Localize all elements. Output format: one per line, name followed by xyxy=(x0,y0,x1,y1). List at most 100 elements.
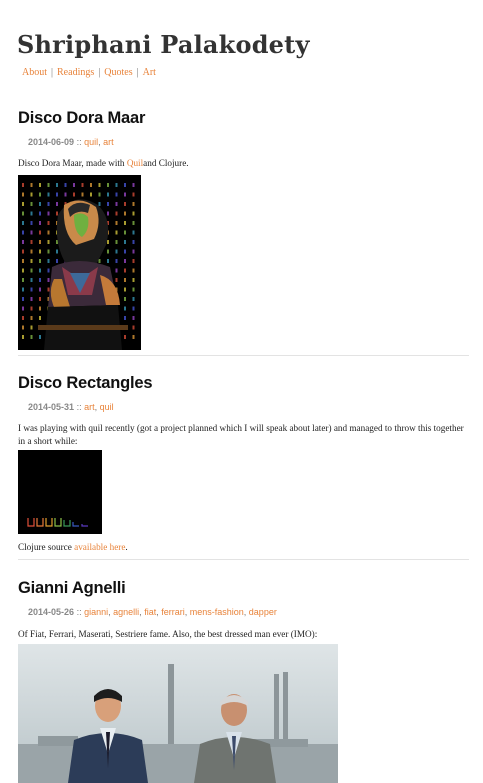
disco-dot xyxy=(47,183,50,187)
disco-dot xyxy=(47,268,50,273)
disco-dot xyxy=(30,202,33,206)
disco-dot xyxy=(124,287,126,292)
disco-dot xyxy=(124,240,126,244)
post-date: 2014-06-09 xyxy=(28,137,75,147)
disco-dot xyxy=(124,297,126,301)
tag-link[interactable]: quil xyxy=(100,402,114,412)
nav-quotes-link[interactable]: Quotes xyxy=(104,67,132,78)
disco-rectangles-artwork xyxy=(18,450,102,534)
nav-readings-link[interactable]: Readings xyxy=(57,67,94,78)
disco-dot xyxy=(39,240,41,244)
disco-dot xyxy=(30,221,33,225)
disco-dot xyxy=(22,335,24,339)
disco-dot xyxy=(22,221,24,225)
post-title[interactable]: Gianni Agnelli xyxy=(18,579,469,598)
disco-dot xyxy=(107,249,109,254)
disco-dot xyxy=(56,202,58,206)
disco-dot xyxy=(115,278,118,282)
disco-dot xyxy=(98,202,101,206)
post-body: I was playing with quil recently (got a … xyxy=(18,423,464,446)
disco-dot xyxy=(124,268,126,273)
disco-dot xyxy=(107,192,109,197)
disco-dot xyxy=(56,249,58,254)
post-divider xyxy=(18,559,469,560)
disco-dot xyxy=(47,249,50,254)
tag-link[interactable]: dapper xyxy=(249,607,277,617)
tag-link[interactable]: quil xyxy=(84,137,98,147)
disco-dot xyxy=(22,230,24,235)
source-link[interactable]: available here xyxy=(74,542,125,552)
tag-link[interactable]: fiat xyxy=(144,607,156,617)
site-title[interactable]: Shriphani Palakodety xyxy=(17,30,310,59)
disco-dot xyxy=(132,297,135,301)
post-title[interactable]: Disco Dora Maar xyxy=(18,109,469,128)
disco-dot xyxy=(22,192,24,197)
site-nav: About | Readings | Quotes | Art xyxy=(22,67,156,78)
disco-dot xyxy=(22,259,24,263)
disco-dot xyxy=(39,278,41,282)
disco-dot xyxy=(39,335,41,339)
disco-dot xyxy=(81,192,84,197)
post-date: 2014-05-26 xyxy=(28,607,75,617)
tag-link[interactable]: agnelli xyxy=(113,607,139,617)
disco-dot xyxy=(30,325,33,330)
disco-dot xyxy=(22,287,24,292)
disco-dot xyxy=(47,240,50,244)
disco-dot xyxy=(90,183,92,187)
post-divider xyxy=(18,355,469,356)
disco-dot xyxy=(30,192,33,197)
disco-dot xyxy=(47,192,50,197)
disco-dot xyxy=(47,287,50,292)
disco-dot xyxy=(98,183,101,187)
disco-dot xyxy=(39,192,41,197)
post-body: Disco Dora Maar, made with Quiland Cloju… xyxy=(18,157,469,170)
agnelli-photo xyxy=(18,644,338,783)
disco-dot xyxy=(132,268,135,273)
post-title[interactable]: Disco Rectangles xyxy=(18,374,469,393)
post-gianni-agnelli: Gianni Agnelli 2014-05-26 :: gianni, agn… xyxy=(18,579,469,641)
post-text: Disco Dora Maar, made with xyxy=(18,158,127,168)
post-meta: 2014-05-26 :: gianni, agnelli, fiat, fer… xyxy=(28,607,277,617)
disco-dot xyxy=(132,316,135,320)
disco-dot xyxy=(22,268,24,273)
disco-dot xyxy=(22,297,24,301)
disco-dot xyxy=(39,230,41,235)
disco-dot xyxy=(39,306,41,311)
tag-link[interactable]: ferrari xyxy=(161,607,185,617)
disco-dot xyxy=(39,211,41,216)
nav-about-link[interactable]: About xyxy=(22,67,47,78)
disco-dot xyxy=(30,316,33,320)
disco-dot xyxy=(30,268,33,273)
disco-dot xyxy=(30,259,33,263)
post-disco-dora-maar: Disco Dora Maar 2014-06-09 :: quil, art … xyxy=(18,109,469,170)
disco-dot xyxy=(90,192,92,197)
disco-dot xyxy=(124,192,126,197)
tag-link[interactable]: art xyxy=(84,402,95,412)
disco-dot xyxy=(22,249,24,254)
tag-link[interactable]: mens-fashion xyxy=(190,607,244,617)
disco-dot xyxy=(56,211,58,216)
disco-dot xyxy=(124,230,126,235)
source-line: Clojure source available here. xyxy=(18,541,469,554)
disco-dot xyxy=(124,202,126,206)
disco-dot xyxy=(98,259,101,263)
disco-dot xyxy=(22,306,24,311)
disco-dot xyxy=(39,249,41,254)
nav-separator: | xyxy=(136,67,139,78)
disco-dot xyxy=(39,287,41,292)
disco-dot xyxy=(124,259,126,263)
post-text: Clojure source xyxy=(18,542,75,552)
disco-dot xyxy=(124,316,126,320)
disco-dot xyxy=(124,249,126,254)
disco-dot xyxy=(30,278,33,282)
disco-dot xyxy=(47,230,50,235)
tag-link[interactable]: art xyxy=(103,137,114,147)
disco-dot xyxy=(81,183,84,187)
nav-art-link[interactable]: Art xyxy=(143,67,156,78)
disco-dot xyxy=(132,306,135,311)
post-disco-rectangles: Disco Rectangles 2014-05-31 :: art, quil… xyxy=(18,374,469,448)
quil-link[interactable]: Quil xyxy=(127,158,143,168)
disco-dot xyxy=(115,259,118,263)
nav-separator: | xyxy=(51,67,54,78)
tag-link[interactable]: gianni xyxy=(84,607,108,617)
